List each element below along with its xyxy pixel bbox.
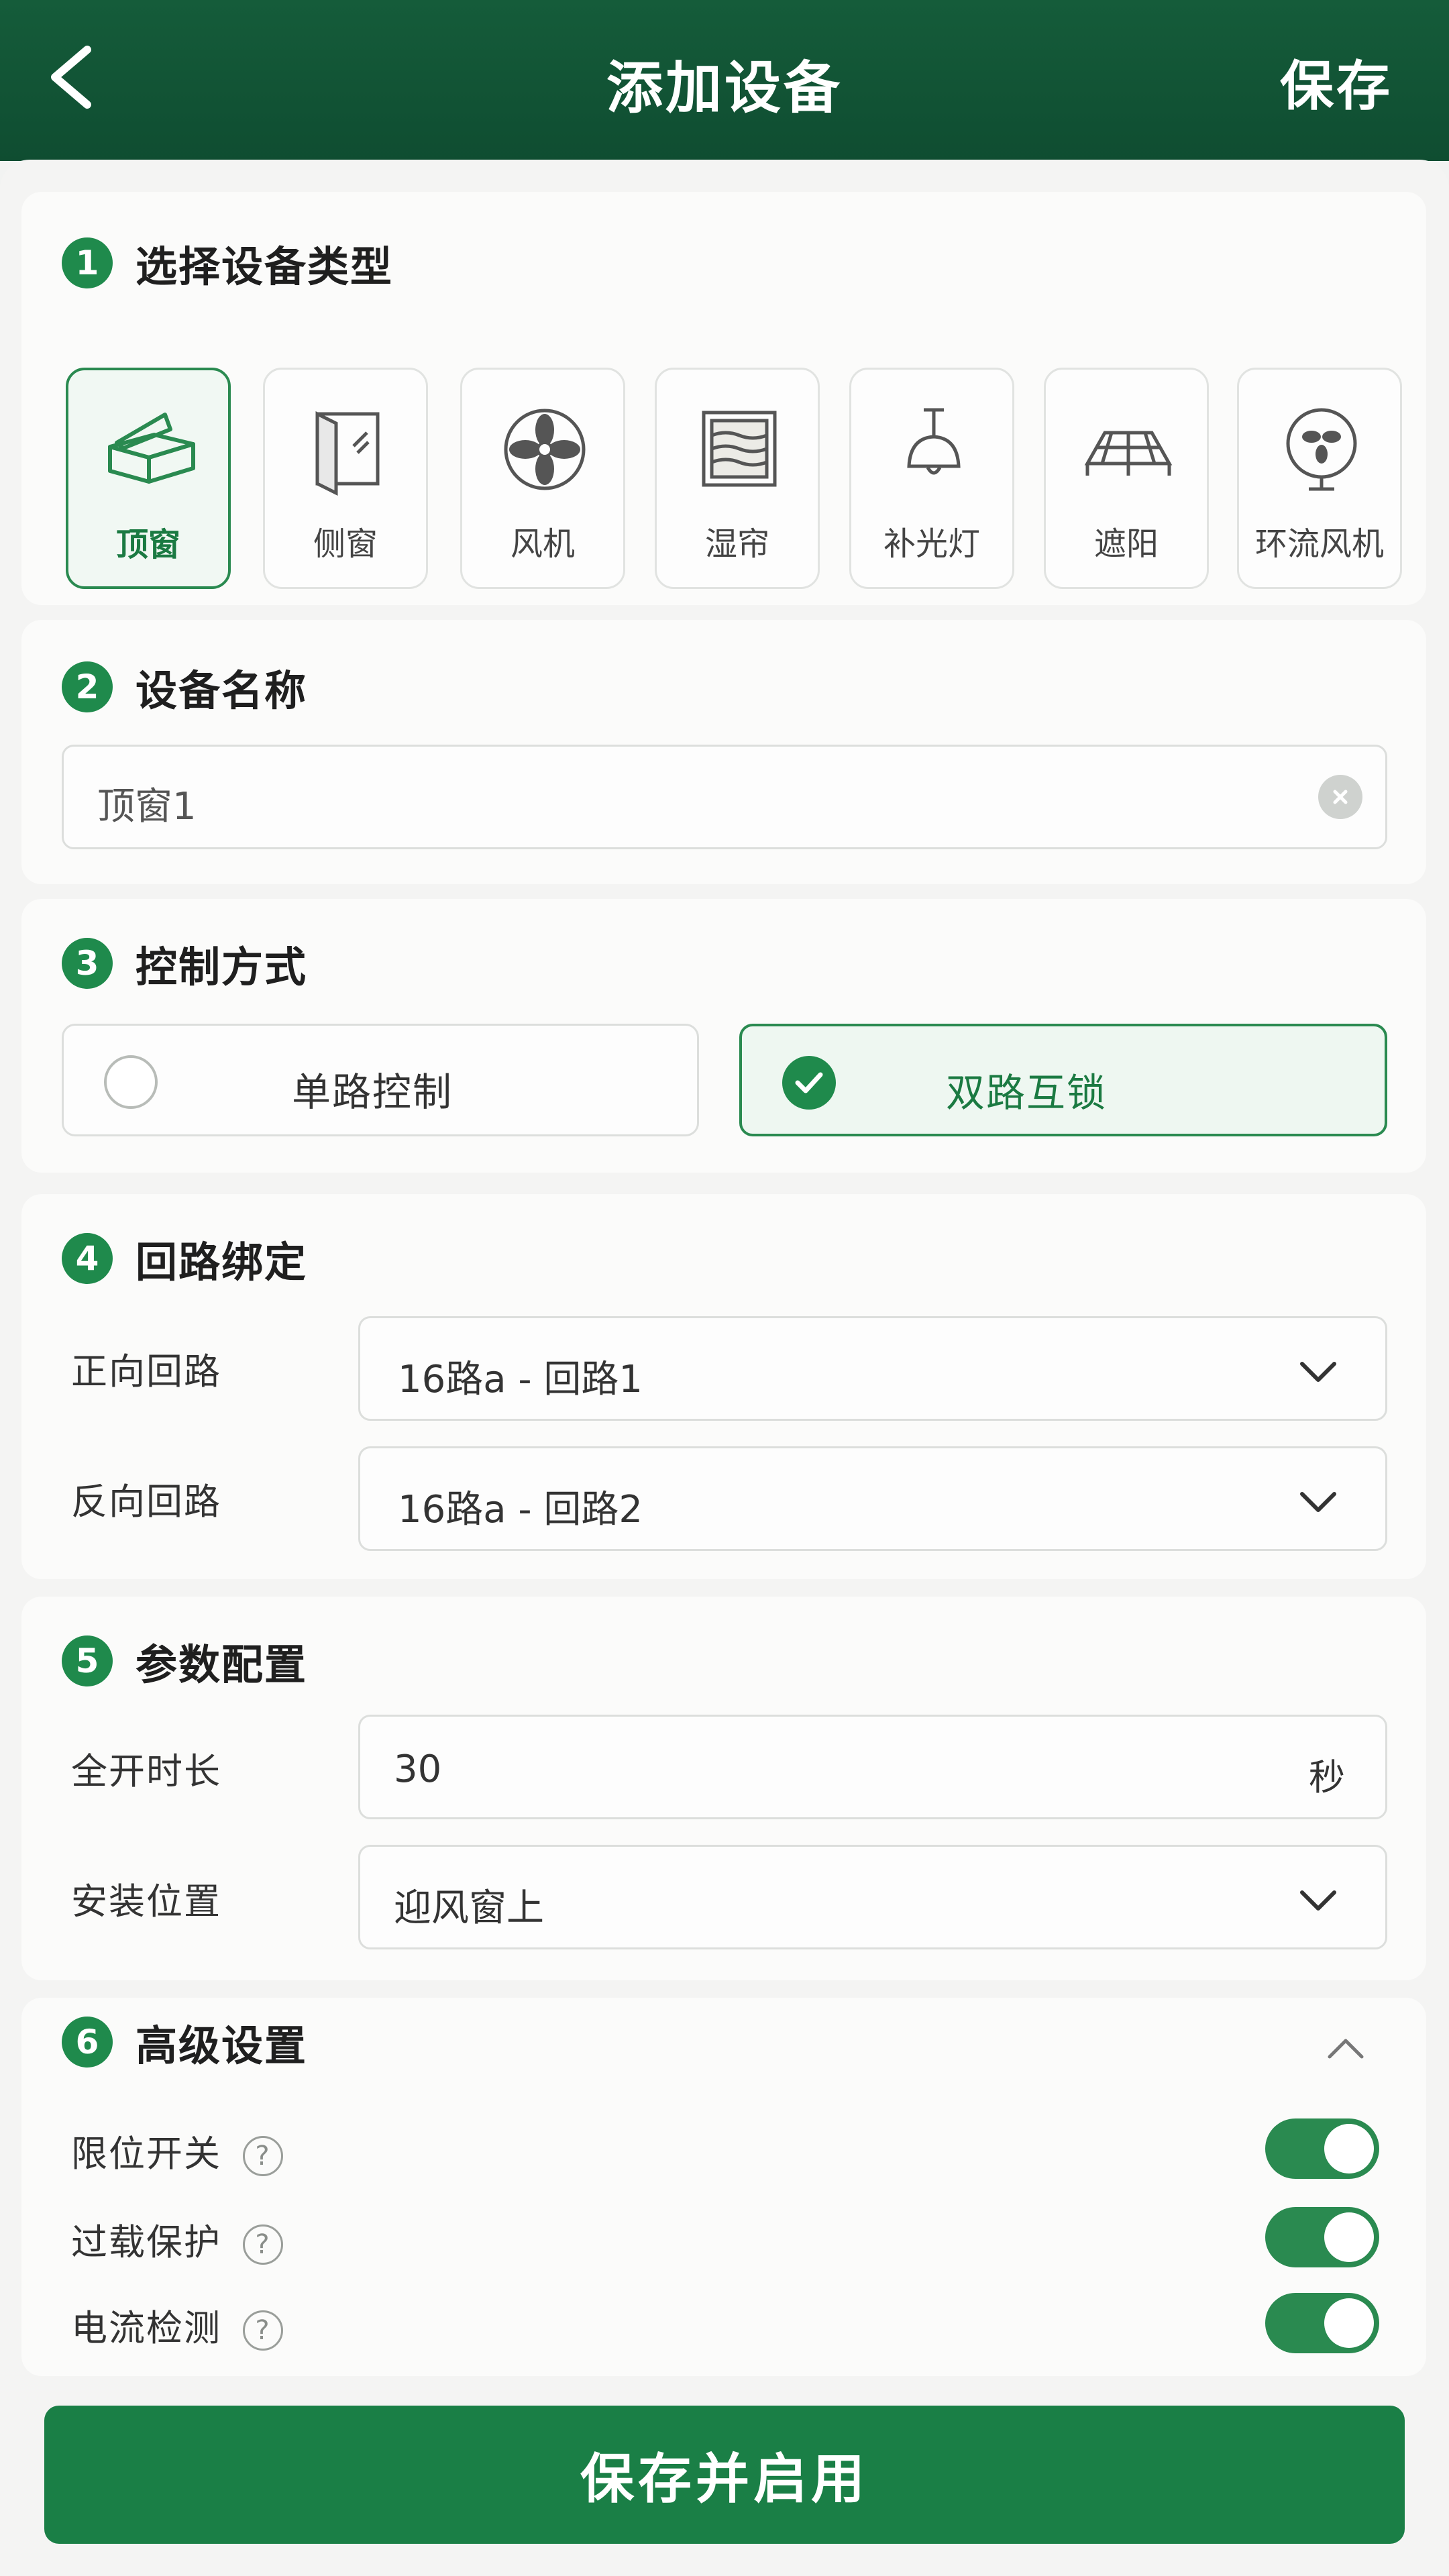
device-type-card: 1 选择设备类型 顶窗 侧窗 风机 湿帘 补光灯 遮阳 环流风机 [21, 192, 1426, 605]
step-badge: 3 [62, 938, 113, 989]
device-type-shade[interactable]: 遮阳 [1044, 368, 1209, 589]
install-position-select[interactable]: 迎风窗上 [358, 1845, 1387, 1949]
step-badge: 1 [62, 237, 113, 288]
device-label: 顶窗 [115, 526, 180, 564]
device-type-circulation-fan[interactable]: 环流风机 [1237, 368, 1402, 589]
forward-circuit-label: 正向回路 [71, 1350, 221, 1393]
install-position-label: 安装位置 [71, 1880, 221, 1923]
step-badge: 4 [62, 1233, 113, 1284]
parameter-config-card: 5 参数配置 全开时长 30 秒 安装位置 迎风窗上 [21, 1597, 1426, 1980]
full-open-duration-input[interactable]: 30 秒 [358, 1715, 1387, 1819]
chevron-down-icon [1300, 1362, 1336, 1382]
current-detection-label: 电流检测? [71, 2298, 283, 2351]
dual-interlock-option[interactable]: 双路互锁 [739, 1024, 1387, 1136]
side-window-icon [315, 411, 380, 496]
duration-unit: 秒 [1309, 1756, 1345, 1799]
section-header[interactable]: 6 高级设置 [62, 2015, 308, 2070]
section-title: 高级设置 [136, 2021, 308, 2070]
section-header: 5 参数配置 [62, 1634, 308, 1689]
section-header: 2 设备名称 [62, 660, 308, 715]
device-name-input[interactable]: 顶窗1 [62, 745, 1387, 849]
device-label: 补光灯 [883, 525, 980, 563]
overload-protection-label: 过载保护? [71, 2212, 283, 2265]
select-value: 16路a - 回路2 [398, 1488, 643, 1532]
chevron-up-icon[interactable] [1326, 2035, 1366, 2062]
help-icon[interactable]: ? [243, 2136, 283, 2177]
roof-window-icon [108, 413, 195, 484]
radio-checked-icon [782, 1056, 836, 1110]
device-label: 环流风机 [1254, 525, 1384, 563]
step-badge: 6 [62, 2017, 113, 2068]
circuit-binding-card: 4 回路绑定 正向回路 16路a - 回路1 反向回路 16路a - 回路2 [21, 1194, 1426, 1579]
control-mode-card: 3 控制方式 单路控制 双路互锁 [21, 899, 1426, 1173]
limit-switch-label: 限位开关? [71, 2124, 283, 2177]
step-badge: 2 [62, 661, 113, 712]
shade-icon [1084, 431, 1173, 476]
toggle-label: 电流检测 [71, 2307, 221, 2349]
overload-protection-toggle[interactable] [1265, 2207, 1379, 2267]
full-open-duration-label: 全开时长 [71, 1750, 221, 1792]
radio-unchecked-icon [104, 1055, 158, 1109]
device-type-fan[interactable]: 风机 [460, 368, 625, 589]
toggle-label: 过载保护 [71, 2221, 221, 2263]
single-channel-option[interactable]: 单路控制 [62, 1024, 699, 1136]
device-type-wet-curtain[interactable]: 湿帘 [655, 368, 820, 589]
advanced-settings-card: 6 高级设置 限位开关? 过载保护? 电流检测? [21, 1998, 1426, 2376]
section-header: 3 控制方式 [62, 936, 307, 991]
device-label: 风机 [510, 525, 575, 563]
toggle-label: 限位开关 [71, 2133, 221, 2175]
section-header: 1 选择设备类型 [62, 236, 394, 291]
duration-value: 30 [394, 1748, 442, 1791]
device-type-roof-window[interactable]: 顶窗 [66, 368, 231, 589]
circulation-fan-icon [1286, 408, 1357, 491]
device-name-value: 顶窗1 [97, 785, 197, 828]
wet-curtain-icon [702, 411, 777, 487]
option-label: 双路互锁 [946, 1070, 1108, 1116]
device-name-card: 2 设备名称 顶窗1 [21, 620, 1426, 884]
forward-circuit-select[interactable]: 16路a - 回路1 [358, 1316, 1387, 1421]
save-button[interactable]: 保存 [1280, 43, 1393, 121]
toggle-knob [1324, 2298, 1374, 2348]
device-type-grow-light[interactable]: 补光灯 [849, 368, 1014, 589]
chevron-down-icon [1300, 1492, 1336, 1512]
section-title: 参数配置 [136, 1640, 308, 1689]
device-label: 湿帘 [704, 525, 769, 563]
toggle-knob [1324, 2212, 1374, 2262]
section-title: 控制方式 [136, 943, 308, 991]
section-header: 4 回路绑定 [62, 1232, 307, 1287]
toggle-knob [1324, 2124, 1374, 2174]
section-title: 设备名称 [136, 666, 308, 715]
page-title: 添加设备 [606, 55, 843, 121]
help-icon[interactable]: ? [243, 2310, 283, 2351]
reverse-circuit-label: 反向回路 [71, 1481, 221, 1523]
grow-light-icon [907, 408, 961, 475]
clear-icon[interactable] [1318, 775, 1362, 819]
section-title: 回路绑定 [136, 1238, 308, 1287]
step-badge: 5 [62, 1635, 113, 1686]
device-type-side-window[interactable]: 侧窗 [263, 368, 428, 589]
save-and-enable-button[interactable]: 保存并启用 [44, 2406, 1405, 2544]
help-icon[interactable]: ? [243, 2224, 283, 2265]
current-detection-toggle[interactable] [1265, 2293, 1379, 2353]
select-value: 16路a - 回路1 [398, 1358, 643, 1401]
limit-switch-toggle[interactable] [1265, 2118, 1379, 2179]
top-bar: 添加设备 保存 [0, 0, 1449, 161]
option-label: 单路控制 [292, 1069, 453, 1115]
chevron-down-icon [1300, 1890, 1336, 1911]
select-value: 迎风窗上 [394, 1886, 544, 1930]
device-label: 遮阳 [1093, 525, 1159, 563]
fan-icon [504, 409, 586, 490]
device-label: 侧窗 [313, 525, 378, 563]
reverse-circuit-select[interactable]: 16路a - 回路2 [358, 1446, 1387, 1551]
section-title: 选择设备类型 [136, 242, 394, 291]
